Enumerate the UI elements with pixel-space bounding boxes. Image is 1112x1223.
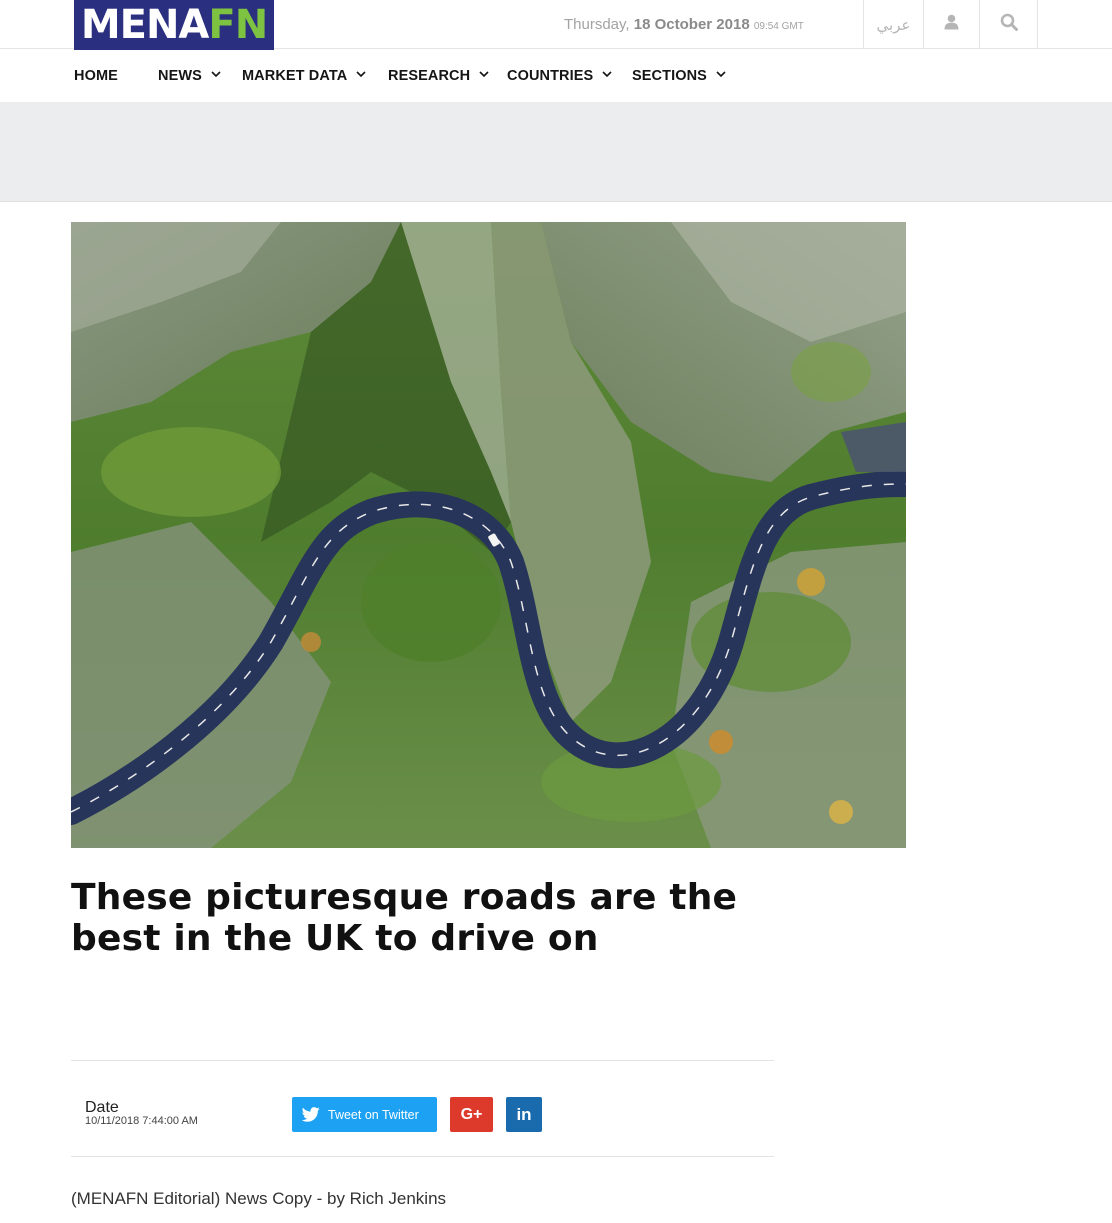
nav-item-market-data[interactable]: MARKET DATA [242,50,367,102]
nav-label: NEWS [158,68,202,84]
user-icon [944,14,959,35]
google-plus-button[interactable]: G+ [450,1097,493,1132]
logo-fn-text: FN [208,2,268,48]
date-time: 09:54 GMT [753,21,804,32]
arabic-label: عربي [876,15,911,34]
search-icon [1000,13,1018,36]
user-account-button[interactable] [923,0,979,49]
article-date: 10/11/2018 7:44:00 AM [85,1115,198,1127]
logo-mena-text: MENA [80,2,210,48]
date-day: Thursday, [564,16,630,33]
top-header: MENAFN Thursday, 18 October 2018 09:54 G… [0,0,1112,50]
nav-item-home[interactable]: HOME [74,50,118,102]
nav-label: MARKET DATA [242,68,348,84]
nav-label: COUNTRIES [507,68,594,84]
twitter-icon [302,1106,320,1123]
search-button[interactable] [979,0,1038,49]
nav-label: SECTIONS [632,68,707,84]
google-plus-icon: G+ [460,1105,483,1123]
article-title: These picturesque roads are the best in … [71,877,738,959]
main-navigation: HOME NEWS MARKET DATA RESEARCH COUNTRIES… [0,50,1112,102]
chevron-down-icon [210,68,222,80]
arabic-language-button[interactable]: عربي [863,0,923,49]
chevron-down-icon [478,68,490,80]
menafn-logo[interactable]: MENAFN [74,0,274,50]
tweet-on-twitter-button[interactable]: Tweet on Twitter [292,1097,437,1132]
linkedin-button[interactable]: in [506,1097,542,1132]
chevron-down-icon [601,68,613,80]
nav-item-news[interactable]: NEWS [158,50,222,102]
nav-item-countries[interactable]: COUNTRIES [507,50,613,102]
date-full: 18 October 2018 [633,16,750,33]
gorge-road-illustration [71,222,906,848]
nav-item-sections[interactable]: SECTIONS [632,50,727,102]
chevron-down-icon [715,68,727,80]
nav-item-research[interactable]: RESEARCH [388,50,490,102]
article-hero-image [71,222,906,848]
nav-label: RESEARCH [388,68,471,84]
article-byline: (MENAFN Editorial) News Copy - by Rich J… [71,1189,447,1208]
current-date: Thursday, 18 October 2018 09:54 GMT [564,16,804,33]
linkedin-icon: in [516,1104,532,1124]
advertisement-banner [0,102,1112,202]
twitter-label: Tweet on Twitter [328,1107,419,1122]
chevron-down-icon [355,68,367,80]
article-share-bar: Date 10/11/2018 7:44:00 AM Tweet on Twit… [71,1060,774,1157]
nav-label: HOME [74,68,118,84]
